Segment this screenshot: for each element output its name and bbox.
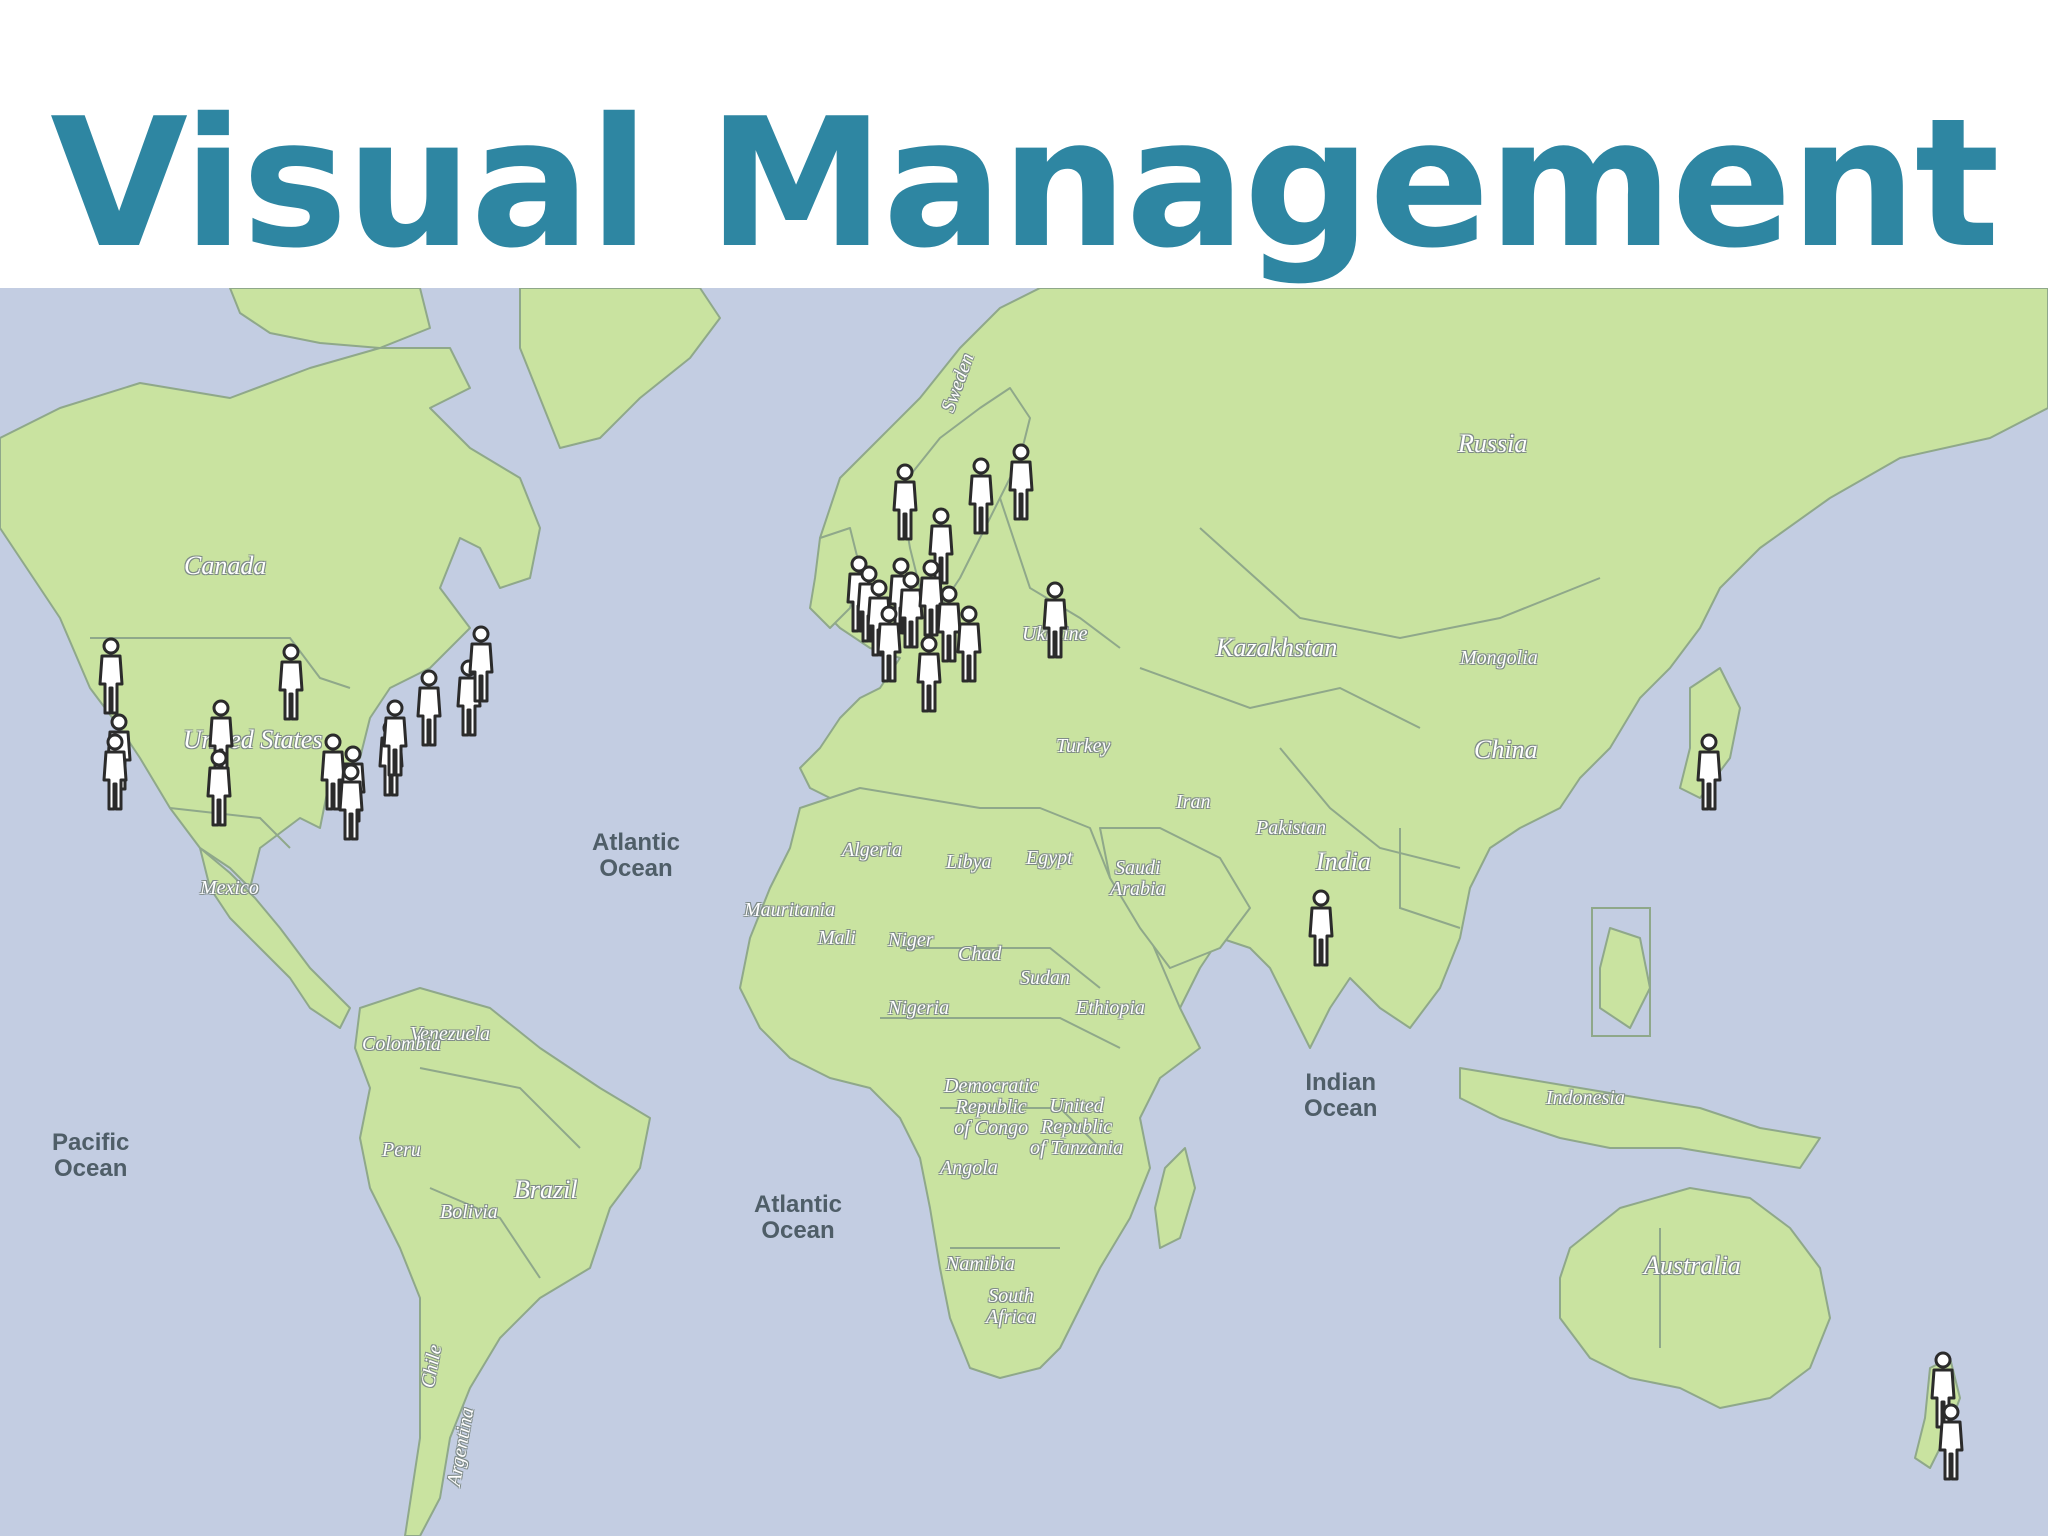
person-icon-glyph [876, 605, 902, 683]
person-icon-glyph [468, 625, 494, 703]
person-icon[interactable] [1040, 580, 1070, 660]
label-brazil: Brazil [514, 1175, 578, 1204]
label-india: India [1316, 847, 1371, 876]
label-pacific-ocean: Pacific Ocean [52, 1129, 130, 1183]
land-australia [1559, 1187, 1831, 1409]
label-tanzania: United Republic of Tanzania [1030, 1095, 1124, 1159]
label-indonesia: Indonesia [1546, 1087, 1625, 1109]
person-icon-glyph [382, 699, 408, 777]
label-nigeria: Nigeria [888, 997, 950, 1019]
label-colombia: Colombia [362, 1033, 441, 1055]
person-icon-glyph [1042, 581, 1068, 659]
label-russia: Russia [1458, 429, 1528, 458]
label-sudan: Sudan [1020, 967, 1070, 989]
label-egypt: Egypt [1026, 847, 1073, 869]
label-peru: Peru [382, 1139, 421, 1161]
label-atlantic-ocean-north: Atlantic Ocean [592, 829, 681, 883]
label-iran: Iran [1176, 791, 1211, 813]
label-saudi-arabia: Saudi Arabia [1110, 857, 1166, 900]
person-icon-glyph [892, 463, 918, 541]
person-icon[interactable] [414, 668, 444, 748]
land-philippines [1599, 927, 1651, 1029]
person-icon-glyph [1938, 1403, 1964, 1481]
label-turkey: Turkey [1056, 735, 1111, 757]
person-icon-glyph [1308, 889, 1334, 967]
person-icon[interactable] [914, 634, 944, 714]
person-icon-glyph [338, 763, 364, 841]
person-icon-glyph [416, 669, 442, 747]
person-icon-glyph [98, 637, 124, 715]
person-icon[interactable] [1006, 442, 1036, 522]
slide-title: Visual Management [50, 80, 2000, 287]
person-icon-glyph [206, 749, 232, 827]
person-icon-glyph [968, 457, 994, 535]
person-icon[interactable] [1936, 1402, 1966, 1482]
land-north-america [0, 347, 541, 889]
label-pakistan: Pakistan [1256, 817, 1326, 839]
label-namibia: Namibia [946, 1253, 1015, 1275]
label-angola: Angola [940, 1157, 998, 1179]
person-icon-glyph [278, 643, 304, 721]
world-map[interactable]: Canada United States Mexico Russia Kazak… [0, 288, 2048, 1536]
label-libya: Libya [946, 851, 992, 873]
label-ethiopia: Ethiopia [1076, 997, 1145, 1019]
person-icon[interactable] [874, 604, 904, 684]
label-niger: Niger [888, 929, 934, 951]
person-icon[interactable] [336, 762, 366, 842]
person-icon[interactable] [954, 604, 984, 684]
label-mauritania: Mauritania [744, 899, 836, 921]
person-icon[interactable] [100, 732, 130, 812]
label-bolivia: Bolivia [440, 1201, 498, 1223]
label-south-africa: South Africa [986, 1285, 1036, 1328]
person-icon[interactable] [380, 698, 410, 778]
person-icon[interactable] [96, 636, 126, 716]
land-greenland [519, 288, 721, 449]
label-chad: Chad [958, 943, 1002, 965]
person-icon[interactable] [1694, 732, 1724, 812]
label-australia: Australia [1644, 1251, 1741, 1280]
person-icon[interactable] [966, 456, 996, 536]
person-icon-glyph [102, 733, 128, 811]
person-icon[interactable] [276, 642, 306, 722]
label-kazakhstan: Kazakhstan [1216, 633, 1338, 662]
land-indonesia [1459, 1067, 1821, 1169]
label-china: China [1474, 735, 1538, 764]
label-algeria: Algeria [842, 839, 902, 861]
person-icon-glyph [1696, 733, 1722, 811]
person-icon[interactable] [1306, 888, 1336, 968]
land-south-america [354, 987, 651, 1536]
person-icon-glyph [916, 635, 942, 713]
label-mongolia: Mongolia [1460, 647, 1538, 669]
label-mali: Mali [818, 927, 856, 949]
person-icon[interactable] [204, 748, 234, 828]
person-icon-glyph [1008, 443, 1034, 521]
land-madagascar [1154, 1147, 1196, 1249]
label-drc: Democratic Republic of Congo [944, 1075, 1039, 1139]
land-arctic-islands [229, 288, 431, 349]
label-canada: Canada [184, 551, 267, 580]
label-mexico: Mexico [200, 877, 259, 899]
label-indian-ocean: Indian Ocean [1304, 1069, 1378, 1123]
person-icon-glyph [956, 605, 982, 683]
label-atlantic-ocean-south: Atlantic Ocean [754, 1191, 843, 1245]
person-icon[interactable] [890, 462, 920, 542]
land-central-america [199, 847, 351, 1029]
person-icon[interactable] [466, 624, 496, 704]
